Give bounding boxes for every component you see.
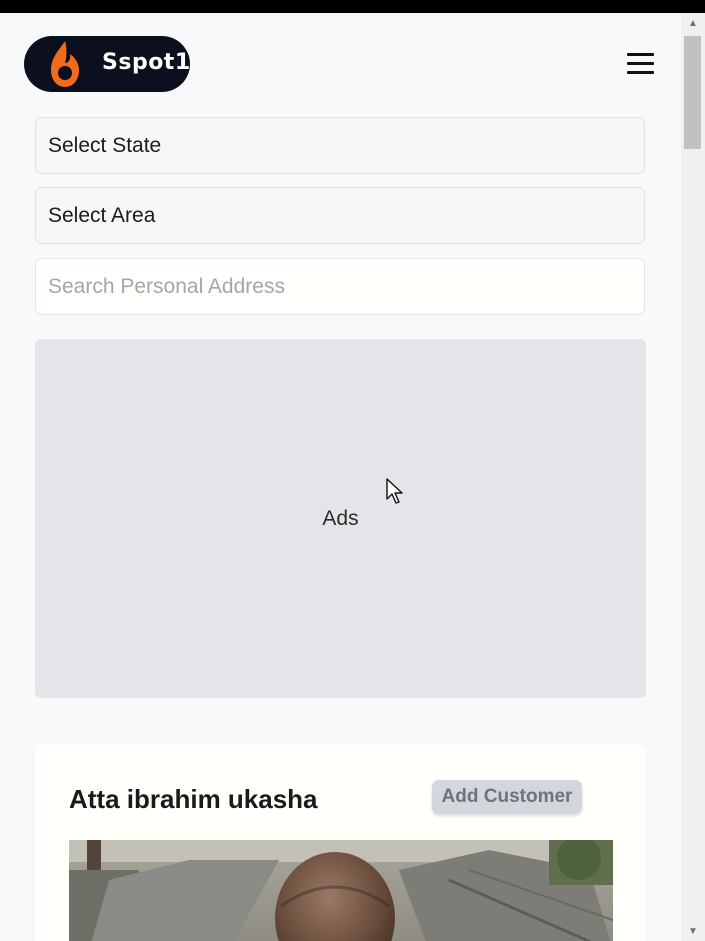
- flame-logo-icon: [51, 41, 79, 87]
- customer-name: Atta ibrahim ukasha: [69, 784, 318, 814]
- brand-name: Sspot1: [102, 50, 191, 75]
- mouse-cursor-icon: [386, 478, 403, 504]
- customer-card: Atta ibrahim ukasha Add Customer: [35, 744, 646, 941]
- scrollbar-thumb[interactable]: [684, 36, 701, 149]
- customer-photo: [69, 840, 613, 941]
- address-search-input[interactable]: [35, 258, 645, 315]
- ads-label: Ads: [322, 506, 359, 530]
- page-content: Sspot1 Select State Select Area Ads Atta…: [0, 13, 681, 941]
- brand-logo[interactable]: Sspot1: [24, 36, 190, 92]
- vertical-scrollbar[interactable]: ▲ ▼: [681, 13, 705, 941]
- scroll-up-arrow-icon[interactable]: ▲: [681, 13, 705, 33]
- scroll-down-arrow-icon[interactable]: ▼: [681, 921, 705, 941]
- state-select[interactable]: Select State: [35, 117, 645, 174]
- browser-viewport: Sspot1 Select State Select Area Ads Atta…: [0, 13, 705, 941]
- state-select-value: Select State: [48, 133, 162, 157]
- hamburger-menu-icon[interactable]: [622, 49, 660, 79]
- area-select[interactable]: Select Area: [35, 187, 645, 244]
- area-select-value: Select Area: [48, 203, 156, 227]
- add-customer-button[interactable]: Add Customer: [432, 780, 582, 814]
- ads-placeholder: Ads: [35, 339, 646, 698]
